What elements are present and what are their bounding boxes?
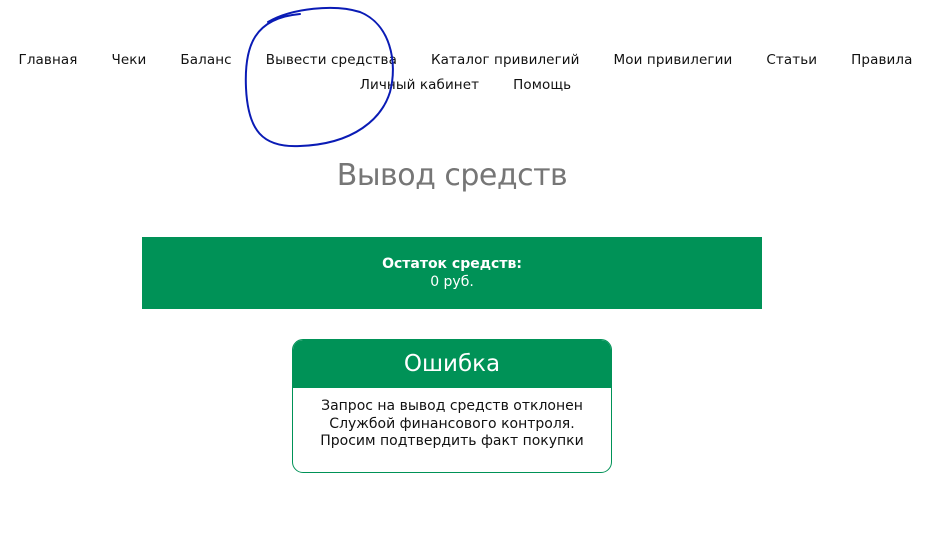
error-message-line: Просим подтвердить факт покупки <box>320 433 584 449</box>
nav-row-secondary: Личный кабинет Помощь <box>0 77 931 93</box>
balance-value: 0 руб. <box>430 274 474 290</box>
nav-link-balance[interactable]: Баланс <box>180 52 231 68</box>
error-message-line: Запрос на вывод средств отклонен <box>321 398 583 414</box>
balance-panel: Остаток средств: 0 руб. <box>142 237 762 309</box>
nav-link-articles[interactable]: Статьи <box>766 52 817 68</box>
error-title: Ошибка <box>293 340 611 388</box>
nav-row-primary: Главная Чеки Баланс Вывести средства Кат… <box>0 52 931 68</box>
nav-link-home[interactable]: Главная <box>19 52 78 68</box>
error-dialog: Ошибка Запрос на вывод средств отклонен … <box>292 339 612 473</box>
nav-link-my-privileges[interactable]: Мои привилегии <box>614 52 733 68</box>
balance-label: Остаток средств: <box>382 256 522 272</box>
error-message: Запрос на вывод средств отклонен Службой… <box>293 388 611 451</box>
nav-link-rules[interactable]: Правила <box>851 52 912 68</box>
nav-link-account[interactable]: Личный кабинет <box>360 77 479 93</box>
error-message-line: Службой финансового контроля. <box>329 415 575 432</box>
nav-link-help[interactable]: Помощь <box>513 77 571 93</box>
nav-link-privileges-catalog[interactable]: Каталог привилегий <box>431 52 580 68</box>
nav-link-receipts[interactable]: Чеки <box>112 52 147 68</box>
page-title: Вывод средств <box>336 158 568 194</box>
nav-link-withdraw[interactable]: Вывести средства <box>266 52 397 68</box>
